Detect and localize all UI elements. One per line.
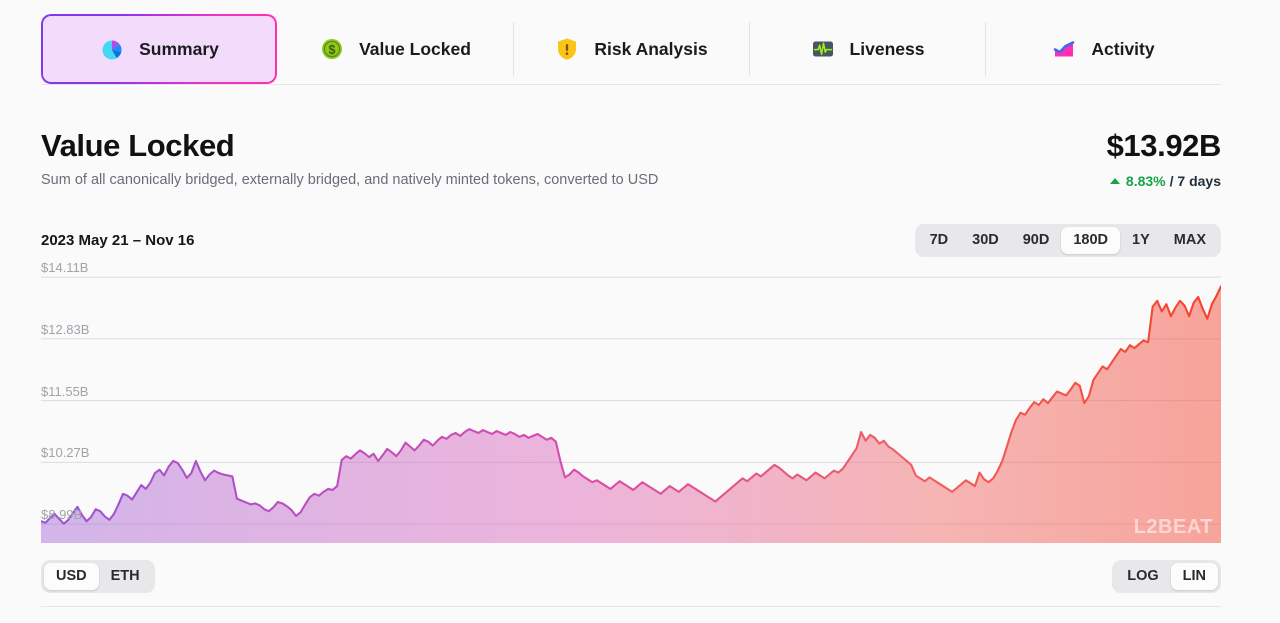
currency-button-usd[interactable]: USD	[44, 563, 99, 590]
total-value: $13.92B	[1107, 128, 1221, 164]
range-button-max[interactable]: MAX	[1162, 227, 1218, 254]
tab-value-locked[interactable]: $ Value Locked	[277, 14, 513, 84]
tab-summary[interactable]: Summary	[41, 14, 277, 84]
change-indicator: 8.83% / 7 days	[1107, 173, 1221, 189]
time-range-selector: 7D30D90D180D1YMAX	[915, 224, 1221, 257]
area-chart-icon	[1051, 36, 1077, 62]
pie-chart-icon	[99, 36, 125, 62]
shield-warning-icon	[554, 36, 580, 62]
tab-risk-analysis[interactable]: Risk Analysis	[513, 14, 749, 84]
heartbeat-icon	[810, 36, 836, 62]
change-period: / 7 days	[1170, 173, 1221, 189]
currency-selector: USDETH	[41, 560, 155, 593]
value-locked-chart[interactable]: $14.11B$12.83B$11.55B$10.27B$8.99B L2BEA…	[41, 268, 1221, 543]
svg-text:$: $	[329, 43, 336, 57]
scale-button-log[interactable]: LOG	[1115, 563, 1170, 590]
tab-label: Value Locked	[359, 39, 471, 60]
tab-activity[interactable]: Activity	[985, 14, 1221, 84]
tab-label: Risk Analysis	[594, 39, 707, 60]
page-title: Value Locked	[41, 128, 658, 164]
change-percent: 8.83%	[1126, 173, 1166, 189]
tab-label: Activity	[1091, 39, 1154, 60]
tab-liveness[interactable]: Liveness	[749, 14, 985, 84]
footer-divider	[41, 606, 1221, 607]
range-button-90d[interactable]: 90D	[1011, 227, 1062, 254]
tab-label: Liveness	[850, 39, 925, 60]
range-button-30d[interactable]: 30D	[960, 227, 1011, 254]
chart-footer-controls: USDETH LOGLIN	[41, 560, 1221, 593]
caret-up-icon	[1110, 178, 1120, 184]
range-button-180d[interactable]: 180D	[1061, 227, 1120, 254]
scale-button-lin[interactable]: LIN	[1171, 563, 1218, 590]
chart-controls: 2023 May 21 – Nov 16 7D30D90D180D1YMAX	[41, 224, 1221, 257]
project-tabs: Summary $ Value Locked Risk Analysis	[41, 14, 1221, 85]
currency-button-eth[interactable]: ETH	[99, 563, 152, 590]
chart-canvas	[41, 268, 1221, 543]
date-range-label: 2023 May 21 – Nov 16	[41, 232, 194, 249]
tab-label: Summary	[139, 39, 219, 60]
chart-header: Value Locked Sum of all canonically brid…	[41, 128, 1221, 189]
range-button-7d[interactable]: 7D	[918, 227, 961, 254]
range-button-1y[interactable]: 1Y	[1120, 227, 1162, 254]
dollar-coin-icon: $	[319, 36, 345, 62]
page-subtitle: Sum of all canonically bridged, external…	[41, 172, 658, 188]
value-locked-panel: Summary $ Value Locked Risk Analysis	[0, 0, 1280, 623]
chart-area-fill	[41, 286, 1221, 543]
scale-selector: LOGLIN	[1112, 560, 1221, 593]
